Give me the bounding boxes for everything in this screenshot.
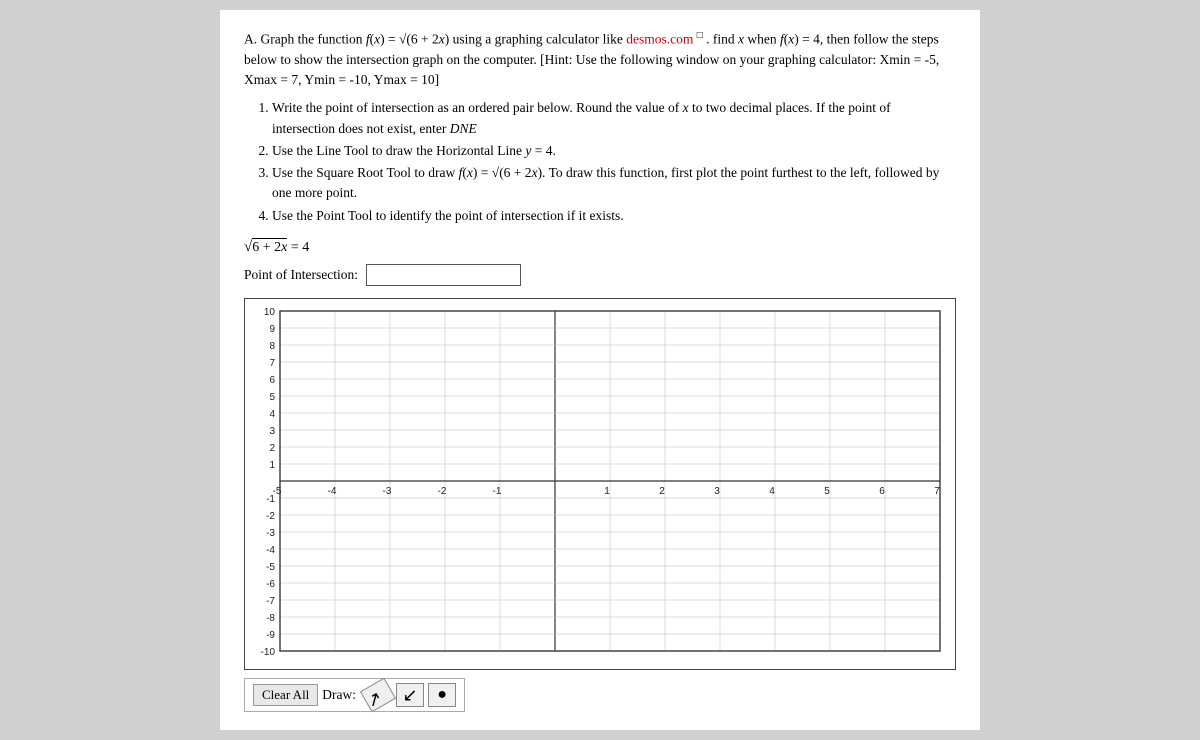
curve-tool-button[interactable]: ↙ [396, 683, 424, 707]
y-label-neg1: -1 [266, 494, 275, 505]
y-label-1: 1 [269, 460, 275, 471]
instruction-1: Write the point of intersection as an or… [272, 98, 956, 139]
y-label-3: 3 [269, 426, 275, 437]
point-label: Point of Intersection: [244, 265, 358, 285]
x-label-neg4: -4 [328, 486, 337, 497]
x-label-6: 6 [879, 486, 885, 497]
x-label-1: 1 [604, 486, 610, 497]
x-label-3: 3 [714, 486, 720, 497]
coordinate-grid: .grid-line { stroke: #bbb; stroke-width:… [244, 298, 956, 670]
y-label-neg5: -5 [266, 562, 275, 573]
x-label-5: 5 [824, 486, 830, 497]
y-label-9: 9 [269, 324, 275, 335]
y-label-neg4: -4 [266, 545, 275, 556]
x-label-2: 2 [659, 486, 665, 497]
ext-icon: □ [697, 30, 703, 41]
instruction-list: Write the point of intersection as an or… [244, 98, 956, 226]
part-label: A. [244, 32, 257, 47]
y-label-5: 5 [269, 392, 275, 403]
x-label-neg2: -2 [438, 486, 447, 497]
y-label-neg10: -10 [261, 647, 276, 658]
y-label-neg7: -7 [266, 596, 275, 607]
equation-display: √6 + 2x = 4 [244, 236, 956, 259]
section-header: A. Graph the function f(x) = √(6 + 2x) u… [244, 28, 956, 90]
y-label-neg8: -8 [266, 613, 275, 624]
x-label-4: 4 [769, 486, 775, 497]
main-page: A. Graph the function f(x) = √(6 + 2x) u… [220, 10, 980, 730]
clear-all-button[interactable]: Clear All [253, 684, 318, 706]
graph-container: .grid-line { stroke: #bbb; stroke-width:… [244, 298, 956, 670]
point-tool-button[interactable]: ● [428, 683, 456, 707]
y-label-8: 8 [269, 341, 275, 352]
point-intersection-row: Point of Intersection: [244, 264, 956, 286]
line-tool-button[interactable]: ↗ [360, 678, 396, 713]
drawing-toolbar: Clear All Draw: ↗ ↙ ● [244, 678, 465, 712]
y-label-neg3: -3 [266, 528, 275, 539]
desmos-link[interactable]: desmos.com [626, 32, 693, 47]
instruction-4: Use the Point Tool to identify the point… [272, 206, 956, 226]
x-label-neg3: -3 [383, 486, 392, 497]
y-label-7: 7 [269, 358, 275, 369]
instruction-2: Use the Line Tool to draw the Horizontal… [272, 141, 956, 161]
x-label-neg1: -1 [493, 486, 502, 497]
y-label-neg6: -6 [266, 579, 275, 590]
y-label-neg9: -9 [266, 630, 275, 641]
y-label-6: 6 [269, 375, 275, 386]
x-label-7: 7 [934, 486, 940, 497]
header-text1: Graph the function f(x) = √(6 + 2x) usin… [261, 32, 627, 47]
y-label-10: 10 [264, 307, 276, 318]
point-intersection-input[interactable] [366, 264, 521, 286]
instruction-3: Use the Square Root Tool to draw f(x) = … [272, 163, 956, 204]
draw-label: Draw: [322, 685, 356, 705]
y-label-2: 2 [269, 443, 275, 454]
y-label-neg2: -2 [266, 511, 275, 522]
y-label-4: 4 [269, 409, 275, 420]
